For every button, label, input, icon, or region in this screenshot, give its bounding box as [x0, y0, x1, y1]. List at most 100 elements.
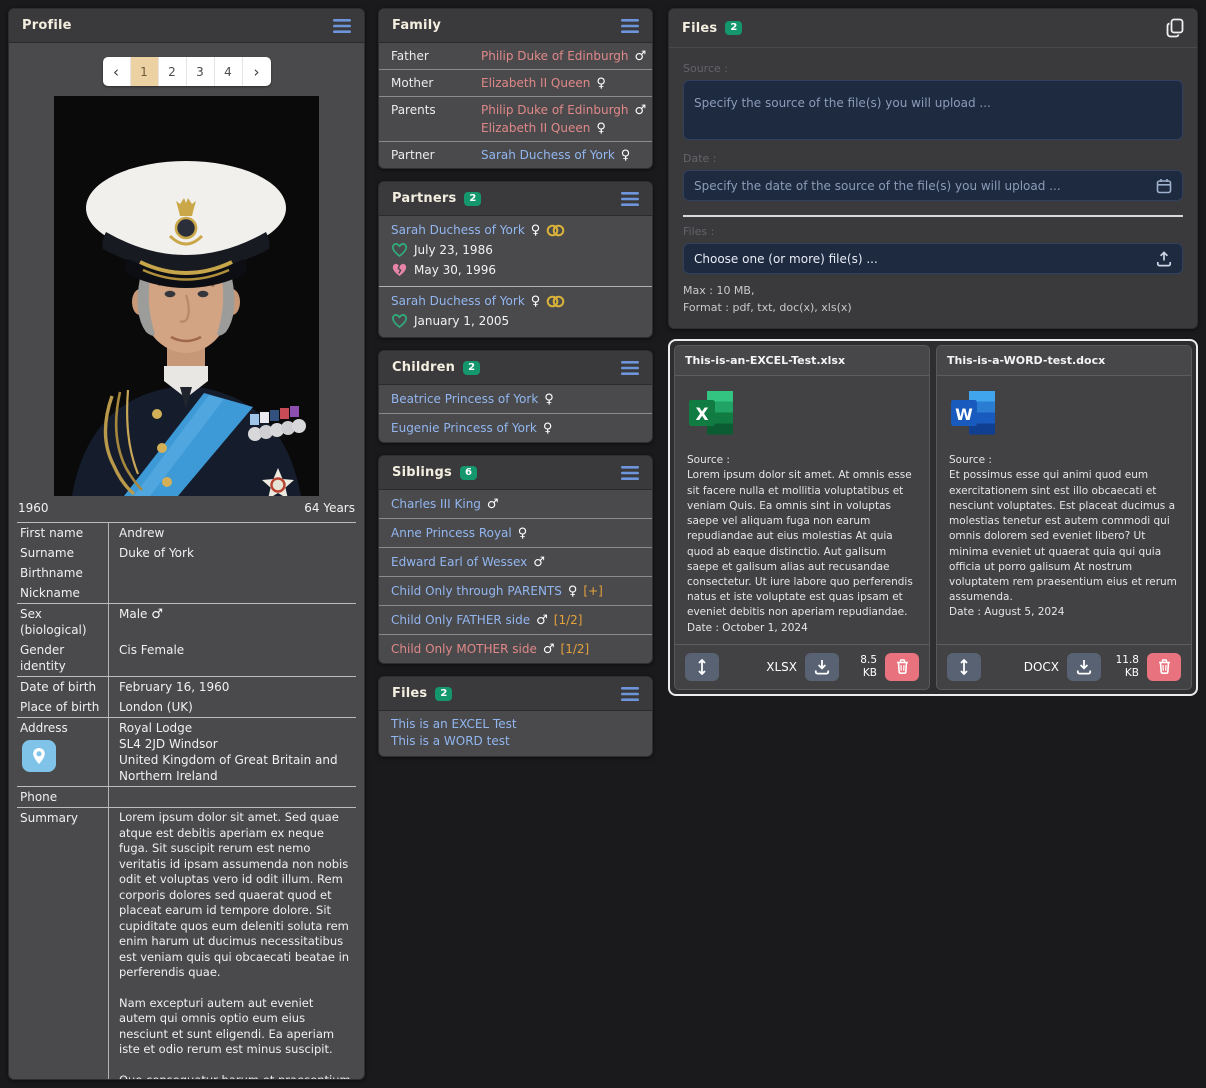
photo-pagination: ‹ 1 2 3 4 › — [17, 51, 356, 96]
male-symbol: ♂ — [635, 104, 647, 117]
hamburger-icon — [621, 466, 639, 480]
svg-text:X: X — [695, 405, 708, 425]
hamburger-icon — [621, 192, 639, 206]
upload-count-badge: 2 — [725, 21, 742, 35]
svg-text:W: W — [955, 405, 973, 424]
pager-next-button[interactable]: › — [243, 57, 271, 86]
children-menu-button[interactable] — [621, 361, 639, 375]
male-symbol: ♂ — [533, 556, 545, 569]
file-cards-container: This-is-an-EXCEL-Test.xlsx X Source : Lo… — [668, 339, 1198, 696]
sibling-row: Child Only MOTHER side ♂ [1/2] — [379, 635, 652, 663]
person-link[interactable]: Elizabeth II Queen — [481, 76, 590, 90]
file-size-value: 11.8 — [1116, 654, 1139, 666]
partners-menu-button[interactable] — [621, 192, 639, 206]
sibling-row: Edward Earl of Wessex ♂ — [379, 548, 652, 577]
copy-files-button[interactable] — [1166, 18, 1184, 38]
siblings-panel: Siblings 6 Charles III King ♂ Anne Prince… — [378, 455, 653, 664]
delete-file-button[interactable] — [1147, 653, 1181, 681]
file-type-label: DOCX — [1024, 660, 1059, 674]
family-row-parents: Parents Philip Duke of Edinburgh♂ Elizab… — [379, 97, 652, 142]
person-link[interactable]: Child Only FATHER side — [391, 613, 530, 627]
hamburger-icon — [621, 19, 639, 33]
files-list-title: Files — [392, 686, 427, 701]
female-symbol: ♀ — [544, 393, 554, 406]
download-file-button[interactable] — [805, 653, 839, 681]
source-textarea-wrap — [683, 80, 1183, 140]
pager-page-1[interactable]: 1 — [131, 57, 159, 86]
word-file-icon: W — [949, 390, 1179, 441]
photo-caption: 1960 64 Years — [17, 496, 356, 522]
person-link[interactable]: Charles III King — [391, 497, 481, 511]
files-label: Files : — [683, 225, 1183, 238]
expand-card-button[interactable] — [685, 653, 719, 681]
person-link[interactable]: Child Only MOTHER side — [391, 642, 537, 656]
family-menu-button[interactable] — [621, 19, 639, 33]
files-list-menu-button[interactable] — [621, 687, 639, 701]
date-input[interactable] — [694, 179, 1156, 193]
format-hint: Format : pdf, txt, doc(x), xls(x) — [683, 300, 1183, 317]
person-link[interactable]: Philip Duke of Edinburgh — [481, 49, 629, 63]
summary-paragraph: Nam excepturi autem aut eveniet autem qu… — [119, 996, 352, 1058]
children-title: Children — [392, 360, 455, 375]
female-symbol: ♀ — [531, 295, 541, 308]
file-link[interactable]: This is an EXCEL Test — [391, 717, 640, 731]
siblings-menu-button[interactable] — [621, 466, 639, 480]
sibling-row: Child Only through PARENTS♀[+] — [379, 577, 652, 606]
marriage-event: January 1, 2005 — [391, 314, 640, 328]
delete-file-button[interactable] — [885, 653, 919, 681]
relation-tag: [1/2] — [561, 642, 590, 656]
person-link[interactable]: Sarah Duchess of York — [481, 148, 615, 162]
children-count-badge: 2 — [463, 361, 480, 375]
download-file-button[interactable] — [1067, 653, 1101, 681]
file-picker[interactable]: Choose one (or more) file(s) ... — [683, 243, 1183, 274]
pager-page-4[interactable]: 4 — [215, 57, 243, 86]
profile-title: Profile — [22, 18, 72, 33]
relation-tag: [+] — [583, 584, 602, 598]
card-source-label: Source : — [687, 453, 917, 468]
person-link[interactable]: Elizabeth II Queen — [481, 121, 590, 135]
file-card-excel: This-is-an-EXCEL-Test.xlsx X Source : Lo… — [674, 345, 930, 690]
expand-card-button[interactable] — [947, 653, 981, 681]
file-picker-text: Choose one (or more) file(s) ... — [694, 252, 1156, 266]
siblings-title: Siblings — [392, 465, 452, 480]
child-row: Beatrice Princess of York ♀ — [379, 385, 652, 414]
male-symbol: ♂ — [543, 643, 555, 656]
marriage-event: July 23, 1986 — [391, 243, 640, 257]
person-link[interactable]: Sarah Duchess of York — [391, 223, 525, 237]
calendar-icon[interactable] — [1156, 178, 1172, 194]
file-link[interactable]: This is a WORD test — [391, 734, 640, 748]
upload-icon[interactable] — [1156, 251, 1172, 267]
table-row: Nickname — [17, 583, 356, 603]
person-link[interactable]: Child Only through PARENTS — [391, 584, 562, 598]
source-input[interactable] — [694, 96, 1172, 124]
married-heart-icon — [392, 314, 407, 328]
hamburger-icon — [621, 687, 639, 701]
profile-body: ‹ 1 2 3 4 › — [9, 43, 364, 1080]
male-symbol: ♂ — [536, 614, 548, 627]
person-link[interactable]: Sarah Duchess of York — [391, 294, 525, 308]
file-card-filename: This-is-a-WORD-test.docx — [937, 346, 1191, 376]
pager-page-3[interactable]: 3 — [187, 57, 215, 86]
pager-page-2[interactable]: 2 — [159, 57, 187, 86]
family-row-mother: Mother Elizabeth II Queen♀ — [379, 70, 652, 97]
partners-count-badge: 2 — [464, 192, 481, 206]
person-link[interactable]: Eugenie Princess of York — [391, 421, 537, 435]
person-link[interactable]: Beatrice Princess of York — [391, 392, 538, 406]
profile-panel: Profile ‹ 1 2 3 4 › — [8, 8, 365, 1080]
pager-prev-button[interactable]: ‹ — [103, 57, 131, 86]
family-panel: Family Father Philip Duke of Edinburgh♂ … — [378, 8, 653, 169]
person-link[interactable]: Anne Princess Royal — [391, 526, 512, 540]
partners-panel: Partners 2 Sarah Duchess of York ♀ July … — [378, 181, 653, 338]
person-link[interactable]: Edward Earl of Wessex — [391, 555, 527, 569]
person-link[interactable]: Philip Duke of Edinburgh — [481, 103, 629, 117]
profile-photo — [54, 96, 319, 496]
siblings-count-badge: 6 — [460, 466, 477, 480]
divorce-event: May 30, 1996 — [391, 263, 640, 277]
upload-panel-title: Files — [682, 21, 717, 36]
files-upload-panel: Files 2 Source : Date : Files : — [668, 8, 1198, 329]
map-pin-button[interactable] — [22, 740, 56, 772]
card-source-text: Lorem ipsum dolor sit amet. At omnis ess… — [687, 468, 917, 620]
partner-entry: Sarah Duchess of York ♀ January 1, 2005 — [379, 287, 652, 337]
children-panel: Children 2 Beatrice Princess of York ♀ Eu… — [378, 350, 653, 443]
profile-menu-button[interactable] — [333, 19, 351, 33]
